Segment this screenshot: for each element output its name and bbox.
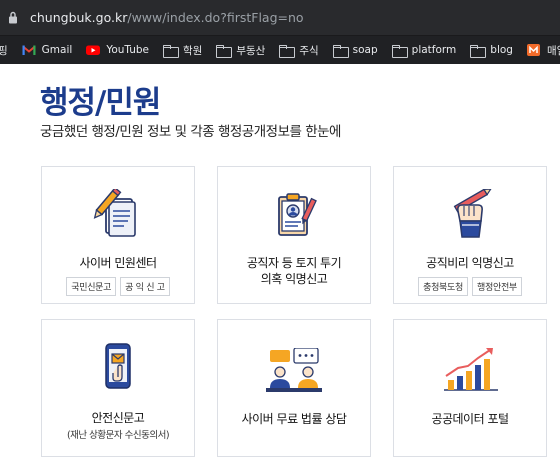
youtube-icon (86, 45, 101, 55)
card-safety-report[interactable]: 안전신문고 (재난 상황문자 수신동의서) (41, 319, 195, 457)
card-cyber-civil-center[interactable]: 사이버 민원센터 국민신문고 공 익 신 고 (41, 166, 195, 304)
page-title: 행정/민원 (40, 85, 161, 121)
browser-chrome: chungbuk.go.kr/www/index.do?firstFlag=no… (0, 0, 560, 64)
chip-chungbuk[interactable]: 충청북도청 (418, 277, 468, 296)
card-label: 공공데이터 포털 (431, 412, 509, 426)
card-corruption-report[interactable]: 공직비리 익명신고 충청북도청 행정안전부 (393, 166, 547, 304)
card-label-line2: 의혹 익명신고 (260, 272, 328, 286)
bookmark-label: 핑 (0, 44, 8, 57)
folder-icon (163, 44, 180, 58)
bookmark-label: 주식 (299, 44, 319, 57)
bookmark-label: platform (411, 44, 457, 56)
folder-icon (470, 44, 487, 58)
bookmark-gmail[interactable]: Gmail (22, 44, 73, 56)
hand-pen-icon (453, 189, 492, 238)
bookmark-label: blog (490, 44, 513, 56)
url-text[interactable]: chungbuk.go.kr/www/index.do?firstFlag=no (30, 10, 304, 25)
bookmark-folder-soap[interactable]: soap (332, 44, 378, 58)
bookmark-maeil[interactable]: 매일경제 (526, 43, 560, 58)
card-public-data-portal[interactable]: 공공데이터 포털 (393, 319, 547, 457)
bookmark-label: 학원 (183, 44, 203, 57)
folder-icon (279, 44, 296, 58)
card-land-speculation-report[interactable]: 공직자 등 토지 투기 의혹 익명신고 (217, 166, 371, 304)
card-label: 공직자 등 토지 투기 (246, 256, 342, 270)
card-label: 공직비리 익명신고 (426, 256, 514, 270)
bookmark-folder-stocks[interactable]: 주식 (279, 43, 319, 58)
card-label: 사이버 민원센터 (79, 256, 157, 270)
address-bar[interactable]: chungbuk.go.kr/www/index.do?firstFlag=no (0, 0, 560, 36)
bookmark-folder-blog[interactable]: blog (470, 44, 513, 58)
clipboard-person-icon (278, 193, 317, 236)
bookmark-label: Gmail (41, 44, 73, 56)
consultation-icon (266, 348, 322, 392)
card-label: 안전신문고 (91, 411, 145, 425)
page-subtitle: 궁금했던 행정/민원 정보 및 각종 행정공개정보를 한눈에 (40, 124, 341, 140)
bookmark-label: 부동산 (236, 44, 266, 57)
url-path: /www/index.do?firstFlag=no (127, 10, 304, 25)
bookmark-label: 매일경제 (546, 44, 560, 57)
chip-public-report[interactable]: 공 익 신 고 (120, 277, 170, 296)
chip-people-petition[interactable]: 국민신문고 (66, 277, 117, 296)
url-host: chungbuk.go.kr (30, 10, 128, 25)
bookmark-folder-platform[interactable]: platform (391, 44, 457, 58)
folder-icon (391, 44, 408, 58)
bookmark-folder-realestate[interactable]: 부동산 (216, 43, 265, 58)
card-legal-consultation[interactable]: 사이버 무료 법률 상담 (217, 319, 371, 457)
card-sublabel: (재난 상황문자 수신동의서) (66, 430, 170, 441)
bookmark-youtube[interactable]: YouTube (86, 44, 149, 56)
lock-icon (9, 11, 17, 24)
bookmark-truncated[interactable]: 핑 (0, 43, 8, 58)
bar-chart-icon (444, 348, 498, 391)
chip-group: 국민신문고 공 익 신 고 (42, 277, 194, 296)
chip-group: 충청북도청 행정안전부 (394, 277, 546, 296)
card-label: 사이버 무료 법률 상담 (241, 412, 347, 426)
gmail-icon (22, 45, 36, 55)
chip-mois[interactable]: 행정안전부 (472, 277, 522, 296)
bookmark-label: YouTube (106, 44, 150, 56)
maeil-icon (526, 44, 540, 56)
bookmark-label: soap (352, 44, 378, 56)
phone-message-icon (105, 343, 131, 389)
bookmarks-bar: 핑 Gmail YouTube 학원 부동산 주식 soap platform … (0, 36, 560, 64)
folder-icon (216, 44, 233, 58)
bookmark-folder-academy[interactable]: 학원 (163, 43, 202, 58)
pen-document-icon (93, 189, 136, 237)
folder-icon (332, 44, 349, 58)
